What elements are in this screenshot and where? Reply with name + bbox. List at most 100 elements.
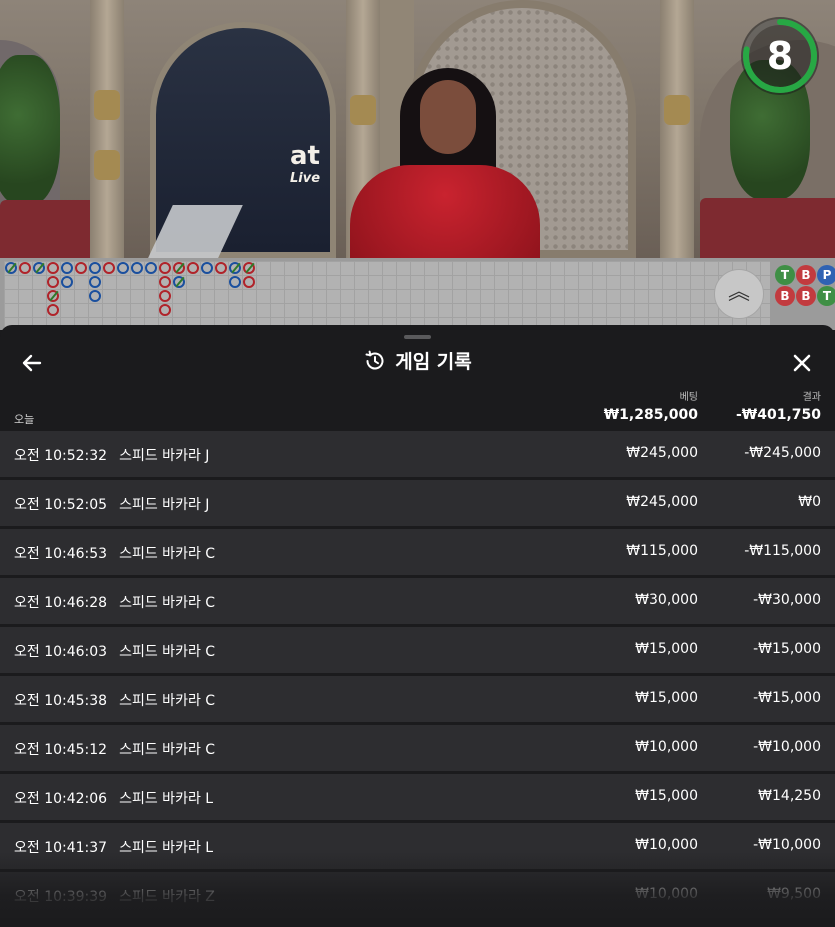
bead (61, 276, 73, 288)
title-group: 게임 기록 (363, 347, 472, 374)
row-bet: ₩30,000 (635, 592, 698, 608)
history-row[interactable]: 오전 10:39:39 스피드 바카라 Z ₩10,000 ₩9,500 (0, 872, 835, 918)
bead (145, 262, 157, 274)
row-time: 오전 10:52:05 (14, 497, 108, 513)
tie-slash (231, 262, 241, 274)
row-bet: ₩245,000 (626, 445, 698, 461)
bead (19, 262, 31, 274)
row-bet: ₩115,000 (626, 543, 698, 559)
pillar-ring (94, 150, 120, 180)
history-row[interactable]: 오전 10:42:06 스피드 바카라 L ₩15,000 ₩14,250 (0, 774, 835, 820)
history-row[interactable]: 오전 10:41:37 스피드 바카라 L ₩10,000 -₩10,000 (0, 823, 835, 869)
expand-roadmap-button[interactable]: ︽ (714, 269, 764, 319)
history-row[interactable]: 오전 10:46:28 스피드 바카라 C ₩30,000 -₩30,000 (0, 578, 835, 624)
bead (201, 262, 213, 274)
round-timer: 8 (741, 17, 819, 95)
history-list: 오전 10:52:32 스피드 바카라 J ₩245,000 -₩245,000 … (0, 431, 835, 921)
bead (5, 262, 17, 274)
row-game: 스피드 바카라 C (119, 546, 216, 562)
row-time: 오전 10:41:37 (14, 840, 108, 856)
roadmap-stats: TBPBBT (773, 264, 835, 324)
bead (215, 262, 227, 274)
bead (75, 262, 87, 274)
history-row[interactable]: 오전 10:45:38 스피드 바카라 C ₩15,000 -₩15,000 (0, 676, 835, 722)
dealer-body (350, 165, 540, 258)
bead (47, 276, 59, 288)
row-game: 스피드 바카라 J (119, 497, 210, 513)
pillar (660, 0, 694, 258)
bead (89, 262, 101, 274)
bead (131, 262, 143, 274)
bead (173, 276, 185, 288)
row-game: 스피드 바카라 L (119, 791, 214, 807)
row-bet: ₩15,000 (635, 641, 698, 657)
row-bet: ₩10,000 (635, 837, 698, 853)
tie-slash (175, 262, 185, 274)
row-time: 오전 10:46:53 (14, 546, 108, 562)
row-game: 스피드 바카라 L (119, 840, 214, 856)
sheet-drag-handle[interactable] (404, 335, 431, 339)
close-button[interactable] (788, 349, 816, 377)
bead (61, 262, 73, 274)
row-bet: ₩10,000 (635, 739, 698, 755)
row-result: ₩14,250 (758, 788, 821, 804)
row-time: 오전 10:42:06 (14, 791, 108, 807)
row-result: -₩15,000 (753, 690, 821, 706)
row-game: 스피드 바카라 J (119, 448, 210, 464)
dealer-face (420, 80, 476, 154)
row-result: ₩0 (798, 494, 821, 510)
bead-road (4, 261, 770, 330)
bead (159, 276, 171, 288)
history-icon (365, 350, 384, 369)
history-row[interactable]: 오전 10:46:03 스피드 바카라 C ₩15,000 -₩15,000 (0, 627, 835, 673)
row-result: -₩30,000 (753, 592, 821, 608)
bead (47, 304, 59, 316)
pillar (90, 0, 124, 258)
roadmap-stat: T (817, 286, 835, 306)
history-row[interactable]: 오전 10:45:12 스피드 바카라 C ₩10,000 -₩10,000 (0, 725, 835, 771)
app-root: at Live 8 ︽ TBPBBT 게임 기록 베팅 결과 오늘 ₩1,285… (0, 0, 835, 927)
row-game: 스피드 바카라 Z (119, 889, 215, 905)
history-row[interactable]: 오전 10:46:53 스피드 바카라 C ₩115,000 -₩115,000 (0, 529, 835, 575)
bead (117, 262, 129, 274)
bead (103, 262, 115, 274)
history-row[interactable]: 오전 10:52:05 스피드 바카라 J ₩245,000 ₩0 (0, 480, 835, 526)
history-row[interactable]: 오전 10:52:32 스피드 바카라 J ₩245,000 -₩245,000 (0, 431, 835, 477)
bead (229, 276, 241, 288)
row-time: 오전 10:46:28 (14, 595, 108, 611)
row-result: -₩115,000 (744, 543, 821, 559)
pillar-ring (94, 90, 120, 120)
close-icon (793, 354, 811, 372)
roadmap-stat: P (817, 265, 835, 285)
row-game: 스피드 바카라 C (119, 644, 216, 660)
row-time: 오전 10:46:03 (14, 644, 108, 660)
row-bet: ₩15,000 (635, 788, 698, 804)
tie-slash (49, 290, 59, 302)
bead (243, 276, 255, 288)
bead (33, 262, 45, 274)
row-time: 오전 10:52:32 (14, 448, 108, 464)
bead (159, 290, 171, 302)
bead (159, 304, 171, 316)
row-result: -₩10,000 (753, 739, 821, 755)
bead (89, 276, 101, 288)
roadmap[interactable] (0, 258, 835, 330)
row-result: -₩15,000 (753, 641, 821, 657)
bead (159, 262, 171, 274)
tie-slash (35, 262, 45, 274)
studio-logo: at Live (290, 141, 321, 186)
plant-left (0, 55, 60, 205)
dealer (330, 60, 550, 258)
row-bet: ₩10,000 (635, 886, 698, 902)
timer-seconds: 8 (766, 34, 794, 78)
bead (187, 262, 199, 274)
total-result: -₩401,750 (735, 407, 821, 423)
row-time: 오전 10:45:12 (14, 742, 108, 758)
tie-slash (7, 262, 17, 274)
bead (89, 290, 101, 302)
live-video[interactable]: at Live 8 (0, 0, 835, 258)
row-bet: ₩15,000 (635, 690, 698, 706)
row-result: ₩9,500 (767, 886, 821, 902)
pillar-ring (664, 95, 690, 125)
bet-column-header: 베팅 (679, 392, 698, 403)
